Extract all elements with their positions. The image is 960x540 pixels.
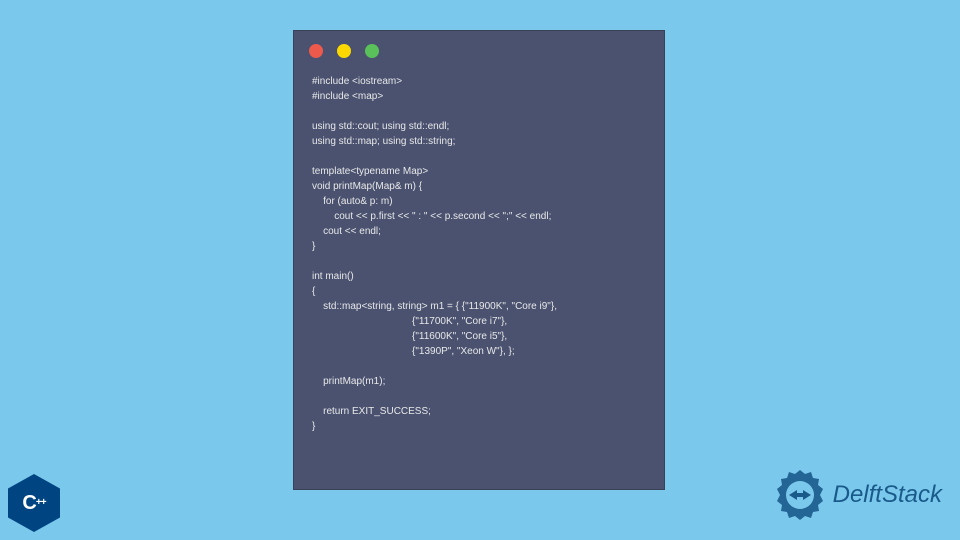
code-line: void printMap(Map& m) { — [312, 181, 422, 192]
cpp-hexagon-icon: C++ — [8, 474, 60, 532]
code-line: printMap(m1); — [312, 376, 385, 387]
minimize-icon[interactable] — [337, 44, 351, 58]
code-line: {"11700K", "Core i7"}, — [312, 316, 507, 327]
window-controls — [294, 31, 664, 66]
cpp-label: C++ — [22, 492, 45, 515]
code-line: cout << endl; — [312, 226, 381, 237]
delftstack-logo: DelftStack — [773, 468, 942, 522]
delftstack-label: DelftStack — [833, 481, 942, 509]
code-line: cout << p.first << " : " << p.second << … — [312, 211, 551, 222]
code-line: #include <iostream> — [312, 76, 402, 87]
code-line: using std::cout; using std::endl; — [312, 121, 449, 132]
code-line: template<typename Map> — [312, 166, 428, 177]
close-icon[interactable] — [309, 44, 323, 58]
code-line: std::map<string, string> m1 = { {"11900K… — [312, 301, 557, 312]
code-content: #include <iostream> #include <map> using… — [294, 66, 664, 442]
gear-icon — [773, 468, 827, 522]
code-line: } — [312, 241, 315, 252]
code-line: int main() — [312, 271, 354, 282]
code-line: for (auto& p: m) — [312, 196, 393, 207]
maximize-icon[interactable] — [365, 44, 379, 58]
code-line: return EXIT_SUCCESS; — [312, 406, 431, 417]
code-line: { — [312, 286, 315, 297]
cpp-badge: C++ — [8, 474, 66, 532]
code-line: {"11600K", "Core i5"}, — [312, 331, 507, 342]
code-line: {"1390P", "Xeon W"}, }; — [312, 346, 515, 357]
code-line: } — [312, 421, 315, 432]
code-line: using std::map; using std::string; — [312, 136, 455, 147]
code-line: #include <map> — [312, 91, 383, 102]
code-window: #include <iostream> #include <map> using… — [293, 30, 665, 490]
